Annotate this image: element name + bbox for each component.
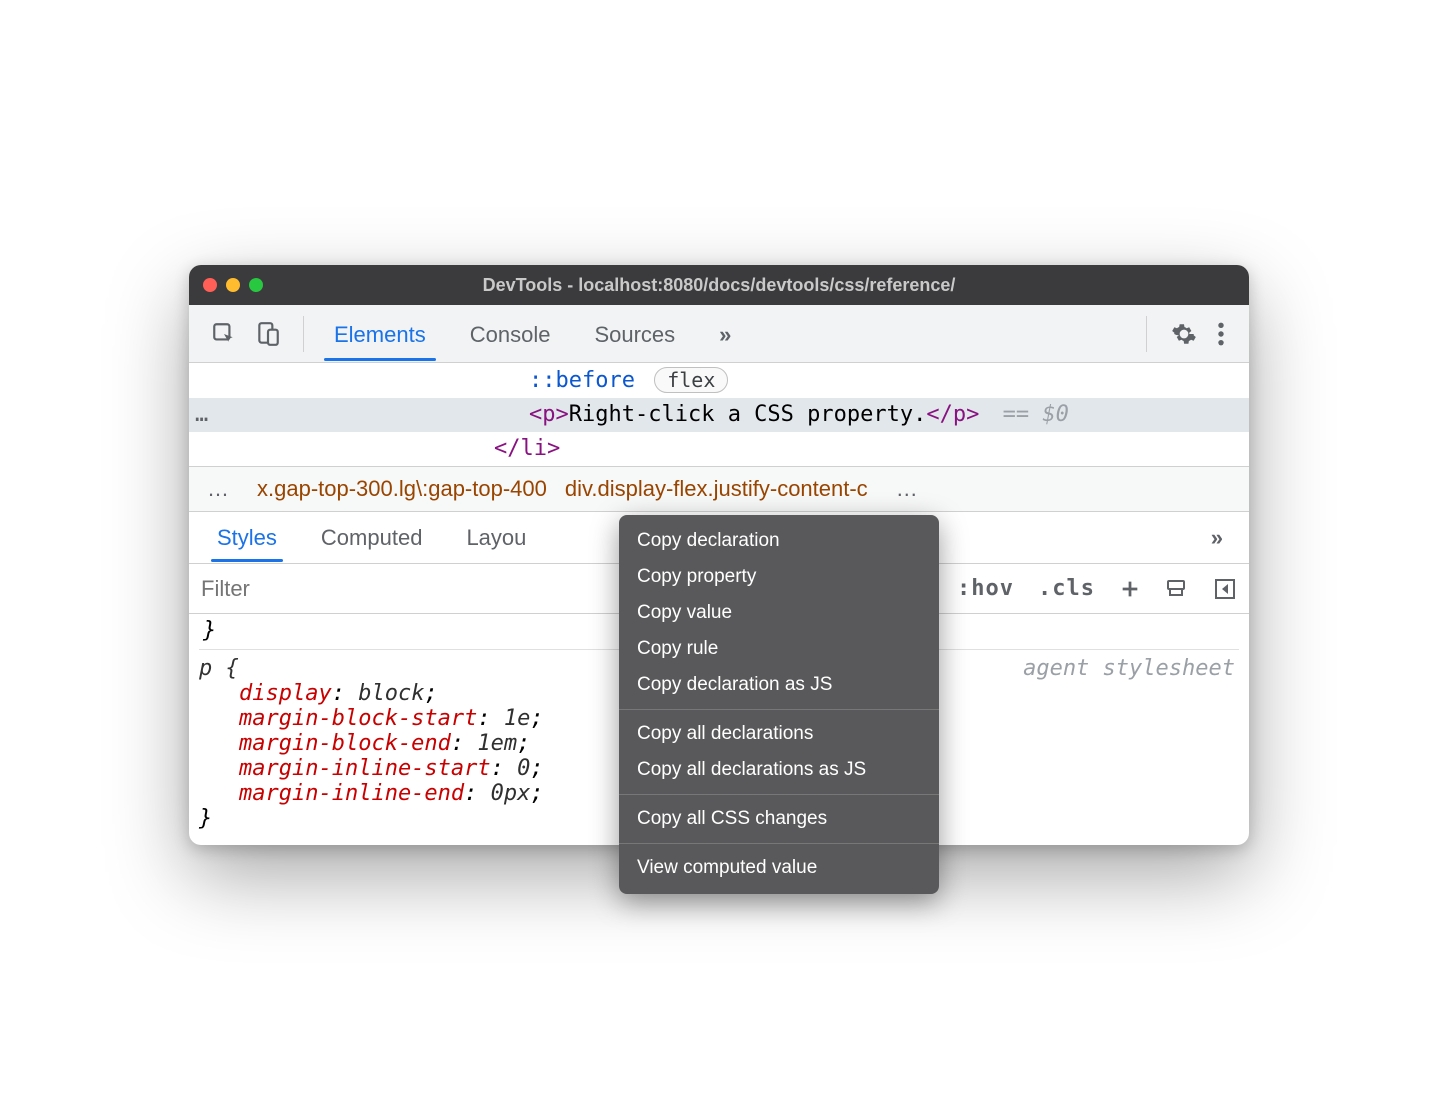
breadcrumb-item[interactable]: x.gap-top-300.lg\:gap-top-400	[257, 476, 547, 502]
subtab-layout[interactable]: Layou	[444, 515, 548, 561]
tab-console[interactable]: Console	[448, 308, 573, 360]
window-titlebar: DevTools - localhost:8080/docs/devtools/…	[189, 265, 1249, 305]
window-minimize-button[interactable]	[226, 278, 240, 292]
stylesheet-label[interactable]: agent stylesheet	[1023, 656, 1235, 681]
css-value[interactable]: 1em	[477, 731, 517, 756]
css-property[interactable]: margin-inline-start	[239, 756, 491, 781]
tag-open: <p>	[529, 402, 569, 427]
device-toolbar-icon[interactable]	[255, 321, 281, 347]
context-menu-item[interactable]: Copy declaration as JS	[619, 667, 939, 703]
paint-bucket-icon[interactable]	[1165, 577, 1189, 601]
text-content: Right-click a CSS property.	[569, 402, 927, 427]
context-menu-item[interactable]: Copy declaration	[619, 523, 939, 559]
main-toolbar: Elements Console Sources »	[189, 305, 1249, 363]
dom-node-pseudo[interactable]: ::before flex	[189, 363, 1249, 398]
computed-sidebar-icon[interactable]	[1213, 577, 1237, 601]
pseudo-element-label: ::before	[529, 368, 635, 393]
more-subtabs-button[interactable]: »	[1189, 515, 1243, 561]
new-style-rule-icon[interactable]	[1119, 578, 1141, 600]
dom-node-li-close[interactable]: </li>	[189, 432, 1249, 466]
dom-node-selected[interactable]: <p>Right-click a CSS property.</p> == $0	[189, 398, 1249, 432]
context-menu-item[interactable]: Copy rule	[619, 631, 939, 667]
css-selector[interactable]: p {	[199, 656, 239, 681]
context-menu-item[interactable]: Copy all declarations	[619, 716, 939, 752]
hov-toggle[interactable]: :hov	[957, 576, 1014, 601]
context-menu-item[interactable]: Copy property	[619, 559, 939, 595]
console-reference: == $0	[1003, 402, 1069, 427]
css-property[interactable]: display	[239, 681, 332, 706]
context-menu-item[interactable]: Copy all declarations as JS	[619, 752, 939, 788]
breadcrumb-ellipsis-right[interactable]: …	[886, 476, 928, 502]
context-menu-separator	[619, 709, 939, 710]
flex-badge[interactable]: flex	[654, 367, 728, 393]
context-menu-item[interactable]: View computed value	[619, 850, 939, 886]
css-value[interactable]: 0px	[491, 781, 531, 806]
css-property[interactable]: margin-block-end	[239, 731, 451, 756]
tag-close: </li>	[494, 436, 560, 461]
css-value[interactable]: block	[358, 681, 424, 706]
context-menu-separator	[619, 843, 939, 844]
css-value[interactable]: 1e	[504, 706, 531, 731]
more-tabs-button[interactable]: »	[697, 308, 751, 360]
breadcrumb-ellipsis-left[interactable]: …	[197, 476, 239, 502]
gear-icon[interactable]	[1171, 321, 1197, 347]
tag-close: </p>	[926, 402, 979, 427]
context-menu-item[interactable]: Copy all CSS changes	[619, 801, 939, 837]
main-tab-strip: Elements Console Sources »	[312, 308, 1138, 360]
tab-elements[interactable]: Elements	[312, 308, 448, 360]
context-menu-item[interactable]: Copy value	[619, 595, 939, 631]
kebab-menu-icon[interactable]	[1217, 321, 1225, 347]
cls-toggle[interactable]: .cls	[1038, 576, 1095, 601]
subtab-computed[interactable]: Computed	[299, 515, 445, 561]
window-maximize-button[interactable]	[249, 278, 263, 292]
css-property[interactable]: margin-inline-end	[239, 781, 464, 806]
window-traffic-lights	[203, 278, 263, 292]
dom-tree[interactable]: ::before flex <p>Right-click a CSS prope…	[189, 363, 1249, 466]
context-menu: Copy declarationCopy propertyCopy valueC…	[619, 515, 939, 894]
window-close-button[interactable]	[203, 278, 217, 292]
tab-sources[interactable]: Sources	[572, 308, 697, 360]
context-menu-separator	[619, 794, 939, 795]
css-property[interactable]: margin-block-start	[239, 706, 477, 731]
toolbar-divider	[1146, 316, 1147, 352]
window-title: DevTools - localhost:8080/docs/devtools/…	[483, 275, 956, 296]
css-value[interactable]: 0	[517, 756, 530, 781]
toolbar-divider	[303, 316, 304, 352]
subtab-styles[interactable]: Styles	[195, 515, 299, 561]
devtools-window: DevTools - localhost:8080/docs/devtools/…	[189, 265, 1249, 845]
breadcrumb-item[interactable]: div.display-flex.justify-content-c	[565, 476, 868, 502]
inspect-element-icon[interactable]	[211, 321, 237, 347]
dom-breadcrumb: … x.gap-top-300.lg\:gap-top-400 div.disp…	[189, 466, 1249, 512]
